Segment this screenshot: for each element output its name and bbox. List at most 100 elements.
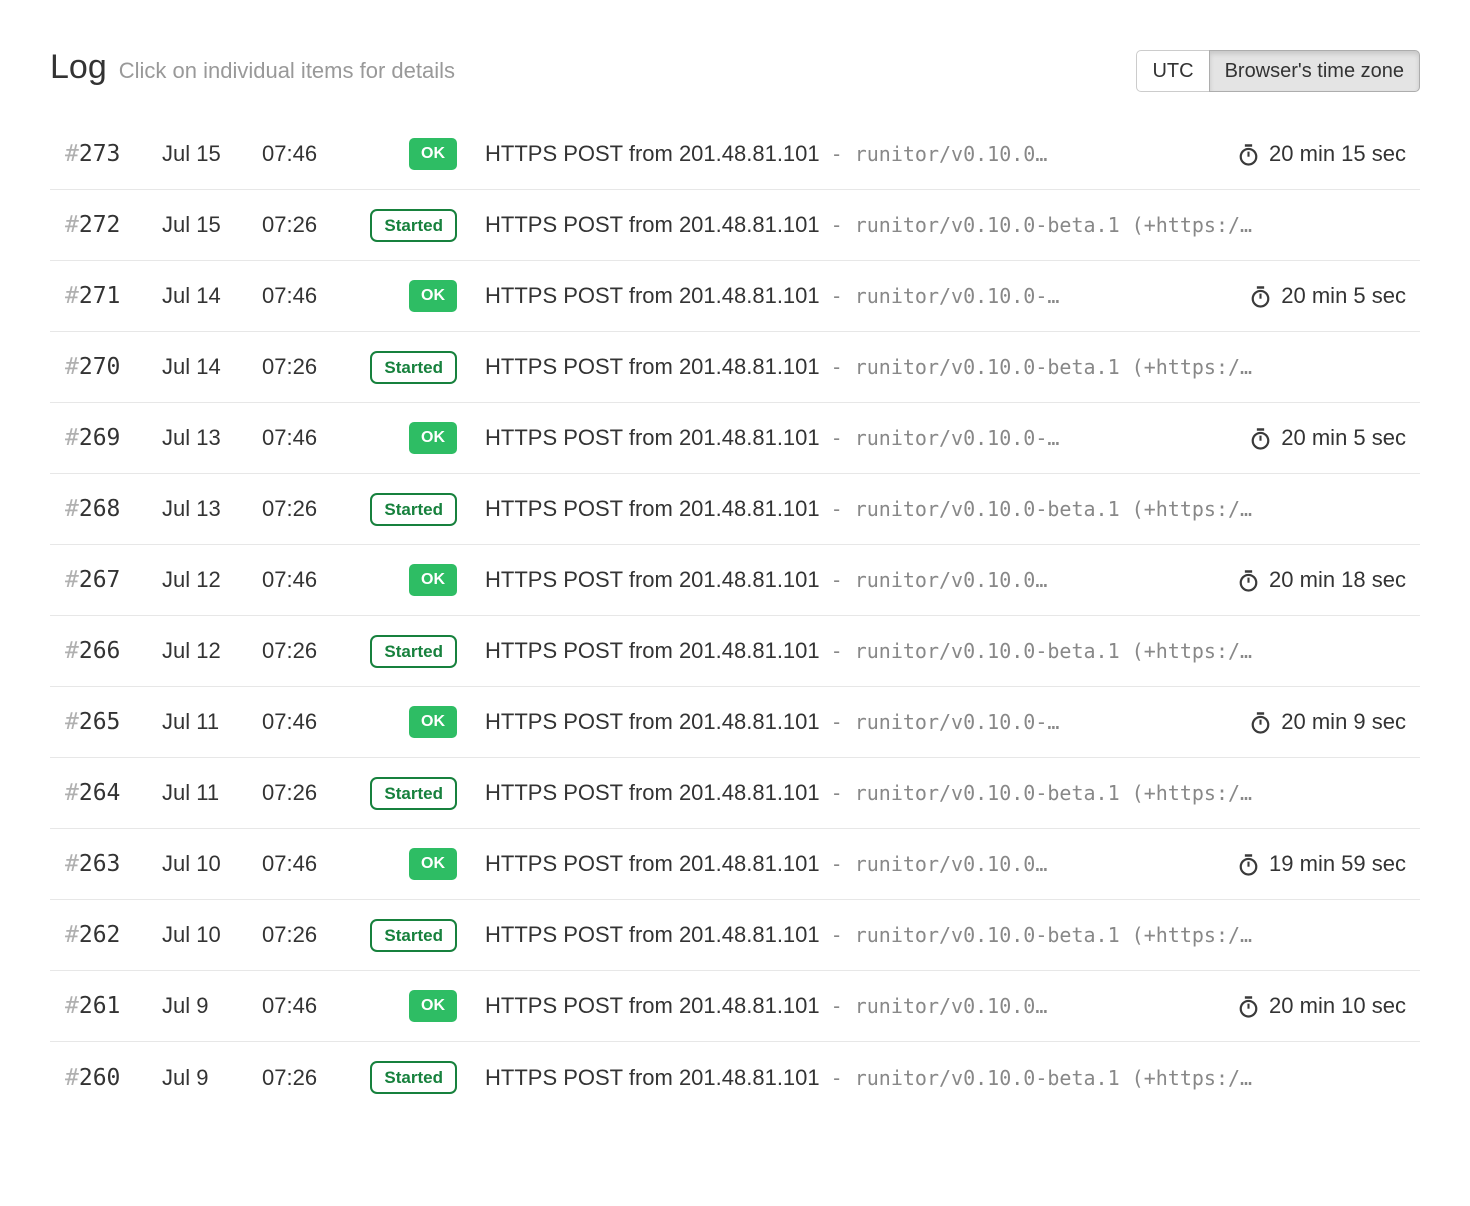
duration-text: 20 min 18 sec [1269,567,1406,593]
log-row[interactable]: #265 Jul 11 07:46 OK HTTPS POST from 201… [50,687,1420,758]
row-number-hash: # [65,851,79,877]
browser-timezone-button[interactable]: Browser's time zone [1209,50,1420,92]
row-date: Jul 9 [162,993,262,1019]
log-row[interactable]: #271 Jul 14 07:46 OK HTTPS POST from 201… [50,261,1420,332]
event-description-cell: HTTPS POST from 201.48.81.101 - runitor/… [457,709,1235,735]
status-badge-cell: OK [357,848,457,880]
row-time: 07:26 [262,496,357,522]
status-badge: Started [370,1061,457,1094]
row-number-cell: #270 [65,354,162,380]
row-number-cell: #272 [65,212,162,238]
row-number-cell: #263 [65,851,162,877]
user-agent: - runitor/v0.10.0-… [831,710,1060,734]
row-number: 271 [79,283,121,309]
log-row[interactable]: #269 Jul 13 07:46 OK HTTPS POST from 201… [50,403,1420,474]
utc-button[interactable]: UTC [1136,50,1209,92]
event-description-cell: HTTPS POST from 201.48.81.101 - runitor/… [457,567,1223,593]
stopwatch-icon [1237,853,1260,876]
user-agent: - runitor/v0.10.0… [831,852,1048,876]
row-number: 269 [79,425,121,451]
row-time: 07:26 [262,354,357,380]
row-number-cell: #273 [65,141,162,167]
status-badge: OK [409,280,457,312]
row-time: 07:26 [262,638,357,664]
user-agent: - runitor/v0.10.0-beta.1 (+https:/… [831,781,1252,805]
status-badge: OK [409,848,457,880]
user-agent: - runitor/v0.10.0-beta.1 (+https:/… [831,355,1252,379]
event-description: HTTPS POST from 201.48.81.101 [485,638,820,664]
status-badge-cell: Started [357,351,457,384]
log-row[interactable]: #268 Jul 13 07:26 Started HTTPS POST fro… [50,474,1420,545]
event-description-cell: HTTPS POST from 201.48.81.101 - runitor/… [457,141,1223,167]
log-page: Log Click on individual items for details… [0,50,1470,1113]
stopwatch-icon [1249,285,1272,308]
event-description-cell: HTTPS POST from 201.48.81.101 - runitor/… [457,283,1235,309]
status-badge-cell: Started [357,493,457,526]
user-agent: - runitor/v0.10.0-beta.1 (+https:/… [831,213,1252,237]
row-number-hash: # [65,283,79,309]
status-badge-cell: OK [357,990,457,1022]
row-date: Jul 13 [162,496,262,522]
duration-cell: 20 min 5 sec [1249,283,1406,309]
log-row[interactable]: #263 Jul 10 07:46 OK HTTPS POST from 201… [50,829,1420,900]
event-description: HTTPS POST from 201.48.81.101 [485,1065,820,1091]
page-subtitle: Click on individual items for details [119,58,455,83]
duration-cell: 20 min 5 sec [1249,425,1406,451]
row-time: 07:46 [262,851,357,877]
log-row[interactable]: #267 Jul 12 07:46 OK HTTPS POST from 201… [50,545,1420,616]
row-date: Jul 15 [162,141,262,167]
row-time: 07:26 [262,780,357,806]
event-description-cell: HTTPS POST from 201.48.81.101 - runitor/… [457,993,1223,1019]
row-date: Jul 12 [162,567,262,593]
log-row[interactable]: #273 Jul 15 07:46 OK HTTPS POST from 201… [50,119,1420,190]
row-number-cell: #271 [65,283,162,309]
row-number-cell: #260 [65,1065,162,1091]
row-number-cell: #266 [65,638,162,664]
row-number-hash: # [65,709,79,735]
row-number-hash: # [65,780,79,806]
status-badge: OK [409,564,457,596]
log-row[interactable]: #260 Jul 9 07:26 Started HTTPS POST from… [50,1042,1420,1113]
log-row[interactable]: #272 Jul 15 07:26 Started HTTPS POST fro… [50,190,1420,261]
status-badge: OK [409,990,457,1022]
row-time: 07:46 [262,993,357,1019]
row-number: 272 [79,212,121,238]
duration-text: 20 min 10 sec [1269,993,1406,1019]
row-number: 260 [79,1065,121,1091]
row-number-cell: #265 [65,709,162,735]
status-badge-cell: OK [357,564,457,596]
log-row[interactable]: #262 Jul 10 07:26 Started HTTPS POST fro… [50,900,1420,971]
user-agent: - runitor/v0.10.0-beta.1 (+https:/… [831,1066,1252,1090]
row-number-cell: #269 [65,425,162,451]
user-agent: - runitor/v0.10.0-… [831,426,1060,450]
stopwatch-icon [1249,711,1272,734]
log-row[interactable]: #264 Jul 11 07:26 Started HTTPS POST fro… [50,758,1420,829]
status-badge-cell: OK [357,138,457,170]
row-number: 266 [79,638,121,664]
log-row[interactable]: #266 Jul 12 07:26 Started HTTPS POST fro… [50,616,1420,687]
duration-text: 20 min 5 sec [1281,425,1406,451]
row-number-hash: # [65,354,79,380]
event-description-cell: HTTPS POST from 201.48.81.101 - runitor/… [457,212,1406,238]
status-badge: OK [409,138,457,170]
row-date: Jul 15 [162,212,262,238]
event-description: HTTPS POST from 201.48.81.101 [485,851,820,877]
event-description-cell: HTTPS POST from 201.48.81.101 - runitor/… [457,922,1406,948]
row-date: Jul 12 [162,638,262,664]
row-date: Jul 10 [162,851,262,877]
event-description-cell: HTTPS POST from 201.48.81.101 - runitor/… [457,1065,1406,1091]
row-number-hash: # [65,1065,79,1091]
event-description: HTTPS POST from 201.48.81.101 [485,425,820,451]
status-badge-cell: Started [357,635,457,668]
user-agent: - runitor/v0.10.0… [831,568,1048,592]
row-number: 264 [79,780,121,806]
log-row[interactable]: #270 Jul 14 07:26 Started HTTPS POST fro… [50,332,1420,403]
row-number: 265 [79,709,121,735]
row-number-hash: # [65,993,79,1019]
stopwatch-icon [1237,143,1260,166]
user-agent: - runitor/v0.10.0… [831,142,1048,166]
page-title: Log [50,48,107,86]
duration-cell: 20 min 9 sec [1249,709,1406,735]
log-row[interactable]: #261 Jul 9 07:46 OK HTTPS POST from 201.… [50,971,1420,1042]
status-badge-cell: Started [357,1061,457,1094]
